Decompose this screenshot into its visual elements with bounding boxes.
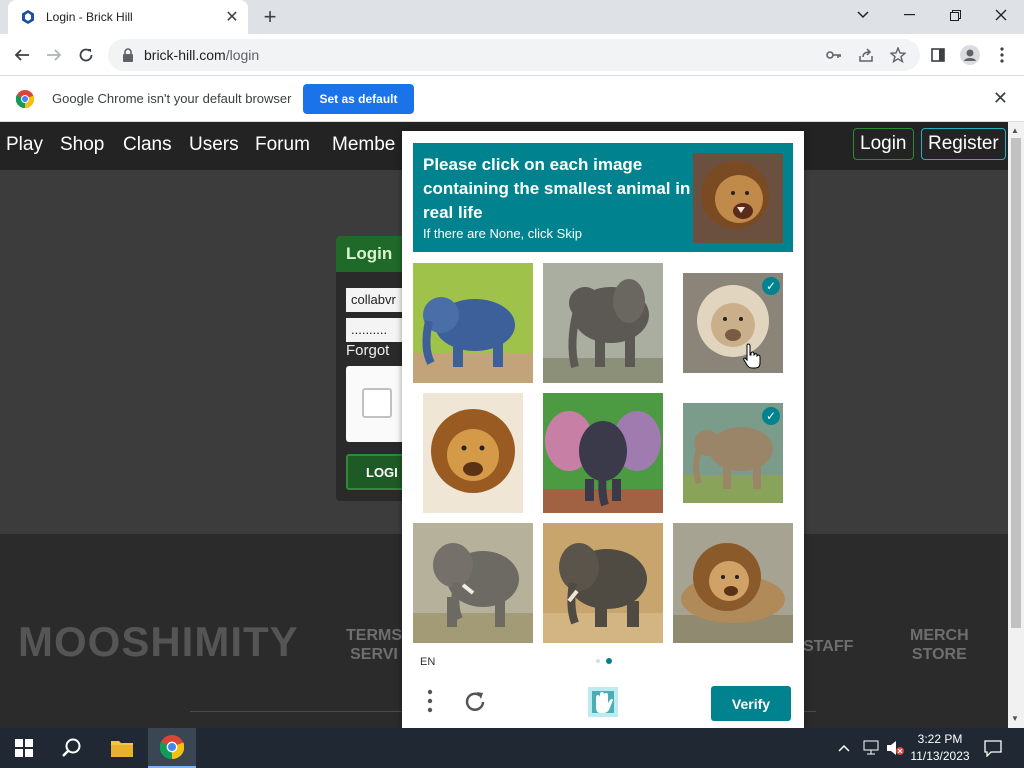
selected-check-icon: ✓ — [762, 407, 780, 425]
restore-icon[interactable] — [932, 0, 978, 30]
footer-staff-link[interactable]: STAFF — [803, 637, 853, 656]
captcha-cell-3[interactable]: ✓ — [683, 273, 783, 373]
volume-muted-icon[interactable] — [886, 728, 904, 768]
site-register-button[interactable]: Register — [921, 128, 1006, 160]
clock-time: 3:22 PM — [917, 732, 963, 746]
profile-avatar-icon[interactable] — [958, 43, 982, 67]
reload-icon[interactable] — [74, 43, 98, 67]
kebab-menu-icon[interactable] — [990, 43, 1014, 67]
default-browser-infobar: Google Chrome isn't your default browser… — [0, 76, 1024, 122]
captcha-challenge: Please click on each image containing th… — [402, 131, 804, 728]
close-tab-icon[interactable]: ✕ — [222, 7, 242, 27]
new-tab-icon[interactable]: + — [258, 4, 282, 29]
chrome-logo-icon — [15, 89, 35, 108]
notifications-icon[interactable] — [984, 728, 1002, 768]
captcha-cell-6[interactable]: ✓ — [683, 403, 783, 503]
hand-cursor-icon — [743, 343, 761, 369]
captcha-prompt: Please click on each image containing th… — [423, 155, 691, 222]
url-path: /login — [225, 47, 260, 63]
side-panel-icon[interactable] — [926, 43, 950, 67]
selected-check-icon: ✓ — [762, 277, 780, 295]
minimize-icon[interactable] — [886, 0, 932, 30]
url-host: brick-hill.com — [144, 47, 226, 63]
nav-users[interactable]: Users — [189, 134, 239, 156]
share-icon[interactable] — [854, 43, 878, 67]
footer-terms-line2: SERVI — [350, 646, 398, 663]
search-icon[interactable] — [48, 728, 96, 768]
nav-play[interactable]: Play — [6, 134, 43, 156]
language-selector[interactable]: EN — [420, 656, 435, 668]
chrome-taskbar-icon[interactable] — [148, 728, 196, 768]
captcha-checkbox[interactable] — [362, 388, 392, 418]
captcha-cell-4[interactable] — [423, 393, 523, 513]
url-text: brick-hill.com/login — [144, 47, 259, 63]
file-explorer-icon[interactable] — [98, 728, 146, 768]
captcha-refresh-icon[interactable] — [462, 689, 488, 715]
clock-date: 11/13/2023 — [910, 749, 970, 763]
nav-shop[interactable]: Shop — [60, 134, 104, 156]
windows-taskbar: 3:22 PM 11/13/2023 — [0, 728, 1024, 768]
tab-brick-hill[interactable]: Login - Brick Hill ✕ — [8, 0, 248, 34]
scroll-thumb[interactable] — [1011, 138, 1021, 628]
captcha-cell-5[interactable] — [543, 393, 663, 513]
footer-terms-line1: TERMS — [346, 627, 402, 644]
close-infobar-icon[interactable]: ✕ — [993, 88, 1008, 109]
hcaptcha-logo-icon[interactable] — [586, 685, 620, 719]
captcha-header: Please click on each image containing th… — [413, 143, 793, 252]
captcha-cell-1[interactable] — [413, 263, 533, 383]
close-window-icon[interactable] — [978, 0, 1024, 30]
tray-chevron-icon[interactable] — [838, 728, 850, 768]
page-scrollbar[interactable]: ▲ ▼ — [1008, 122, 1024, 728]
footer-merch-line1: MERCH — [910, 627, 969, 644]
scroll-down-icon[interactable]: ▼ — [1011, 714, 1019, 723]
footer-merch-link[interactable]: MERCH STORE — [910, 626, 969, 664]
brick-hill-favicon-icon — [20, 9, 36, 25]
scroll-up-icon[interactable]: ▲ — [1011, 126, 1019, 135]
address-toolbar: brick-hill.com/login — [0, 34, 1024, 76]
pagination-dots — [596, 658, 612, 664]
url-bar[interactable]: brick-hill.com/login — [108, 39, 920, 71]
taskbar-clock[interactable]: 3:22 PM 11/13/2023 — [908, 731, 972, 765]
lock-icon[interactable] — [122, 48, 136, 62]
tab-title: Login - Brick Hill — [46, 10, 133, 24]
nav-membership[interactable]: Membe — [332, 134, 395, 156]
captcha-footer: Verify — [402, 677, 804, 728]
captcha-subprompt: If there are None, click Skip — [423, 226, 582, 241]
footer-terms-link[interactable]: TERMS SERVI — [346, 626, 402, 664]
captcha-cell-7[interactable] — [413, 523, 533, 643]
site-login-button[interactable]: Login — [853, 128, 914, 160]
infobar-message: Google Chrome isn't your default browser — [52, 91, 292, 106]
tab-strip: Login - Brick Hill ✕ + — [0, 0, 1024, 34]
set-as-default-button[interactable]: Set as default — [303, 83, 414, 114]
windows-start-icon[interactable] — [0, 728, 48, 768]
tab-search-icon[interactable] — [840, 0, 886, 30]
captcha-cell-2[interactable] — [543, 263, 663, 383]
nav-clans[interactable]: Clans — [123, 134, 172, 156]
nav-forum[interactable]: Forum — [255, 134, 310, 156]
network-icon[interactable] — [862, 728, 880, 768]
footer-merch-line2: STORE — [911, 646, 967, 663]
back-icon[interactable] — [10, 43, 34, 67]
bookmark-star-icon[interactable] — [886, 43, 910, 67]
key-icon[interactable] — [822, 43, 846, 67]
captcha-cell-8[interactable] — [543, 523, 663, 643]
forgot-password-link[interactable]: Forgot — [346, 342, 389, 359]
captcha-menu-icon[interactable] — [422, 689, 438, 715]
footer-logo: MOOSHIMITY — [18, 618, 299, 665]
captcha-cell-9[interactable] — [673, 523, 793, 643]
example-lion-image — [693, 153, 783, 243]
captcha-verify-button[interactable]: Verify — [711, 686, 791, 721]
forward-icon[interactable] — [42, 43, 66, 67]
